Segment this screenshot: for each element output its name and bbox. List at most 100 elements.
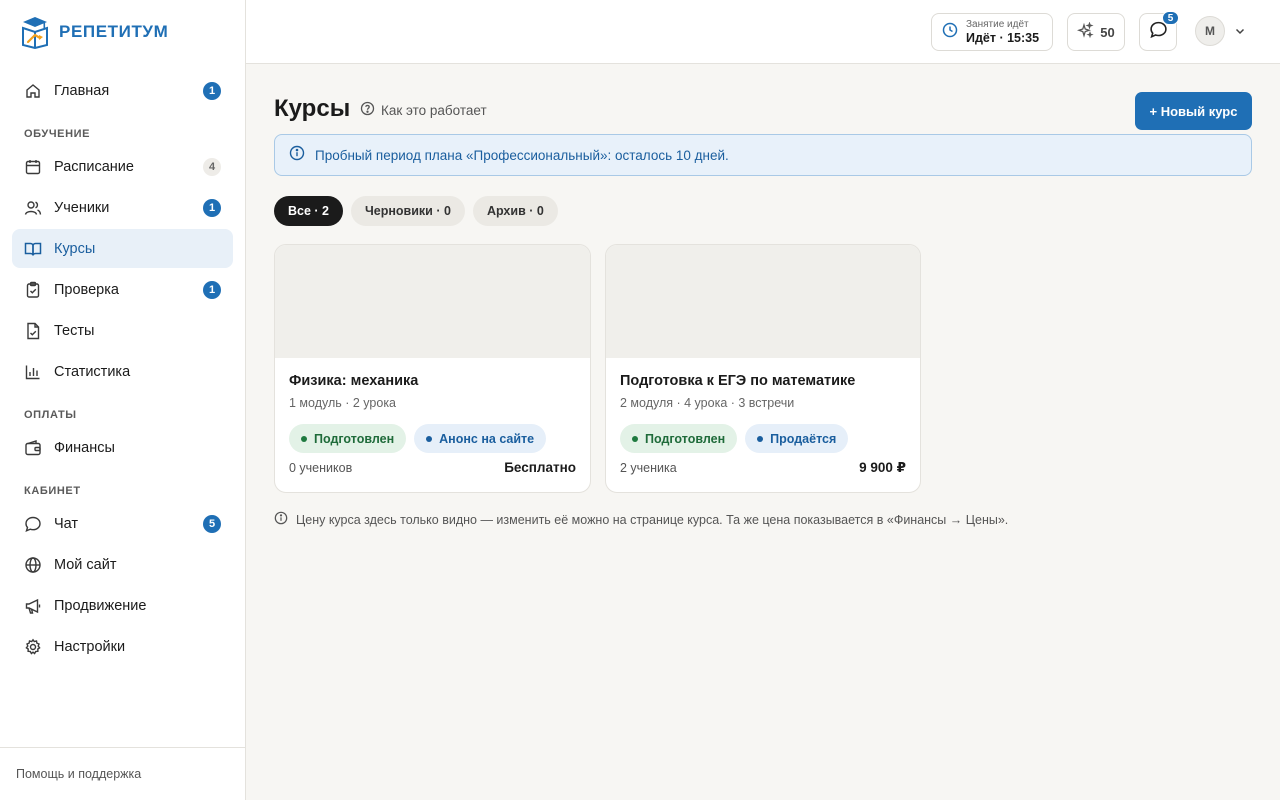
course-students: 2 ученика <box>620 461 677 475</box>
lesson-status: Занятие идёт Идёт · 15:35 <box>966 19 1039 45</box>
file-check-icon <box>24 322 42 340</box>
count-badge: 1 <box>203 199 221 217</box>
course-filters: Все · 2 Черновики · 0 Архив · 0 <box>274 196 558 226</box>
sidebar-item-label: Курсы <box>54 240 96 257</box>
course-card[interactable]: Физика: механика 1 модуль · 2 урока Подг… <box>274 244 591 493</box>
status-dot <box>632 435 638 442</box>
avatar[interactable]: М <box>1195 16 1225 46</box>
how-it-works-link[interactable]: Как это работает <box>360 101 487 119</box>
sparkle-icon <box>1077 21 1094 42</box>
course-price: 9 900 ₽ <box>859 460 906 475</box>
brand-name: РЕПЕТИТУМ <box>59 22 169 41</box>
sidebar-item-label: Ученики <box>54 199 110 216</box>
topbar: Занятие идёт Идёт · 15:35 50 5 М <box>246 0 1280 64</box>
sidebar-item-statistics[interactable]: Статистика <box>12 352 233 391</box>
count-badge: 4 <box>203 158 221 176</box>
sidebar-item-tests[interactable]: Тесты <box>12 311 233 350</box>
status-badge-label: Продаётся <box>770 431 837 446</box>
status-badge-label: Подготовлен <box>314 431 395 446</box>
chevron-down-icon[interactable] <box>1233 24 1247 38</box>
sidebar-item-label: Настройки <box>54 638 126 655</box>
course-title: Подготовка к ЕГЭ по математике <box>620 373 856 389</box>
status-dot <box>426 435 433 442</box>
gear-icon <box>24 638 42 656</box>
chat-icon <box>24 515 42 533</box>
course-cover <box>606 245 920 358</box>
sidebar-item-label: Статистика <box>54 363 131 380</box>
course-card[interactable]: Подготовка к ЕГЭ по математике 2 модуля … <box>605 244 921 493</box>
info-icon <box>274 511 288 528</box>
home-icon <box>24 82 42 100</box>
price-note-text: Цену курса здесь только видно — изменить… <box>296 512 1009 527</box>
status-badge-label: Анонс на сайте <box>439 431 535 446</box>
sidebar-item-schedule[interactable]: Расписание 4 <box>12 147 233 186</box>
lesson-status-button[interactable]: Занятие идёт Идёт · 15:35 <box>931 13 1053 51</box>
coins-button[interactable]: 50 <box>1067 13 1125 51</box>
sidebar-item-courses[interactable]: Курсы <box>12 229 233 268</box>
sidebar-item-promotion[interactable]: Продвижение <box>12 586 233 625</box>
brand[interactable]: РЕПЕТИТУМ <box>20 14 168 50</box>
info-icon <box>289 145 305 166</box>
course-cover <box>275 245 590 358</box>
calendar-icon <box>24 158 42 176</box>
help-circle-icon <box>360 101 375 119</box>
help-support-link[interactable]: Помощь и поддержка <box>0 747 245 800</box>
filter-all[interactable]: Все · 2 <box>274 196 343 226</box>
graduation-book-logo <box>22 17 48 49</box>
lesson-status-time: Идёт · 15:35 <box>966 30 1040 45</box>
sidebar-item-label: Чат <box>54 515 79 532</box>
globe-icon <box>24 556 42 574</box>
sidebar-item-my-site[interactable]: Мой сайт <box>12 545 233 584</box>
count-badge: 1 <box>203 82 221 100</box>
sidebar-item-label: Продвижение <box>54 597 147 614</box>
sidebar-item-review[interactable]: Проверка 1 <box>12 270 233 309</box>
filter-drafts[interactable]: Черновики · 0 <box>351 196 465 226</box>
bar-chart-icon <box>24 363 42 381</box>
status-badge: Подготовлен <box>289 424 407 453</box>
lesson-status-caption: Занятие идёт <box>966 19 1029 31</box>
book-open-icon <box>24 240 42 258</box>
sidebar-item-label: Финансы <box>54 439 115 456</box>
price-note: Цену курса здесь только видно — изменить… <box>274 511 1008 528</box>
sidebar-item-home[interactable]: Главная 1 <box>12 71 233 110</box>
count-badge: 5 <box>203 515 221 533</box>
section-label: ОПЛАТЫ <box>24 409 77 421</box>
trial-alert-text: Пробный период плана «Профессиональный»:… <box>315 147 729 163</box>
sidebar-item-label: Главная <box>54 82 110 99</box>
wallet-icon <box>24 439 42 457</box>
filter-archive[interactable]: Архив · 0 <box>472 196 558 226</box>
course-students: 0 учеников <box>289 461 353 475</box>
new-course-button[interactable]: + Новый курс <box>1135 92 1252 130</box>
course-tags: Подготовлен Анонс на сайте <box>289 424 547 453</box>
sidebar-item-label: Проверка <box>54 281 119 298</box>
sidebar-item-label: Расписание <box>54 158 134 175</box>
status-badge-label: Подготовлен <box>645 431 726 446</box>
chat-button[interactable]: 5 <box>1139 11 1179 51</box>
sidebar: РЕПЕТИТУМ Главная 1 ОБУЧЕНИЕ Расписание … <box>0 0 246 800</box>
sidebar-item-settings[interactable]: Настройки <box>12 627 233 666</box>
sidebar-item-students[interactable]: Ученики 1 <box>12 188 233 227</box>
megaphone-icon <box>24 597 42 615</box>
users-icon <box>24 199 42 217</box>
clipboard-check-icon <box>24 281 42 299</box>
course-meta: 1 модуль · 2 урока <box>289 396 397 410</box>
sidebar-item-finance[interactable]: Финансы <box>12 428 233 467</box>
status-badge: Продаётся <box>745 424 849 453</box>
status-dot <box>757 435 764 442</box>
sidebar-item-chat[interactable]: Чат 5 <box>12 504 233 543</box>
sidebar-item-label: Мой сайт <box>54 556 117 573</box>
chat-badge: 5 <box>1162 11 1179 25</box>
how-it-works-label: Как это работает <box>381 102 487 118</box>
clock-icon <box>942 22 958 43</box>
course-title: Физика: механика <box>289 373 419 389</box>
course-tags: Подготовлен Продаётся <box>620 424 849 453</box>
page-title: Курсы <box>274 95 351 122</box>
course-meta: 2 модуля · 4 урока · 3 встречи <box>620 396 795 410</box>
trial-alert: Пробный период плана «Профессиональный»:… <box>274 134 1252 176</box>
status-badge: Подготовлен <box>620 424 738 453</box>
sidebar-nav: Главная 1 ОБУЧЕНИЕ Расписание 4 Ученики … <box>12 71 233 668</box>
status-badge: Анонс на сайте <box>414 424 547 453</box>
coins-count: 50 <box>1100 24 1115 40</box>
course-price: Бесплатно <box>504 460 576 475</box>
section-label: КАБИНЕТ <box>24 485 81 497</box>
